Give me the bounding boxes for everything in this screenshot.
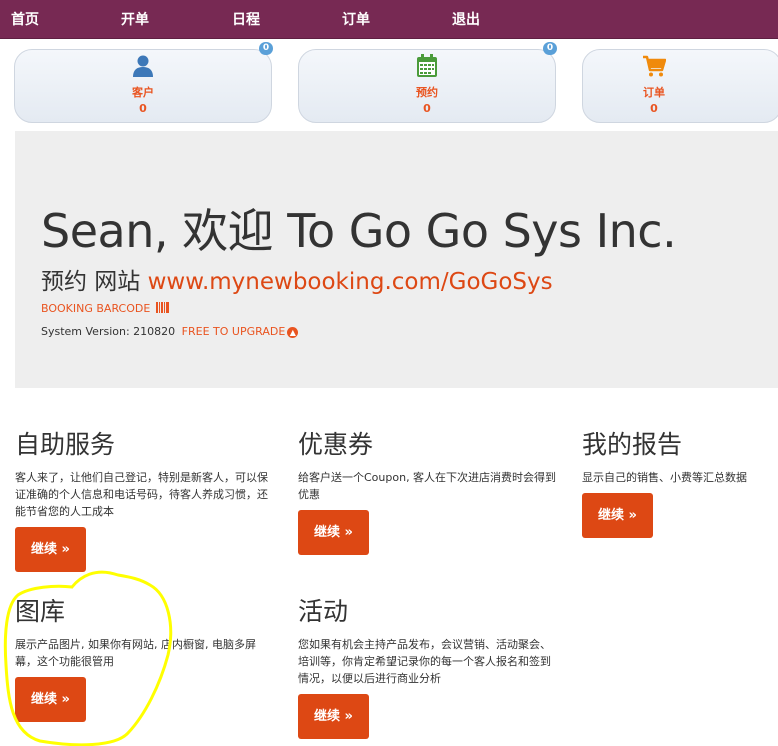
orders-label: 订单 [643, 86, 665, 99]
arrow-up-circle-icon: ▲ [287, 327, 299, 338]
gallery-continue-button[interactable]: 继续 » [15, 677, 86, 722]
orders-card[interactable]: 订单 0 [582, 49, 778, 123]
customers-label: 客户 [132, 86, 154, 99]
nav-orders[interactable]: 订单 [342, 9, 370, 29]
feature-description: 显示自己的销售、小费等汇总数据 [582, 471, 747, 484]
calendar-icon [299, 54, 555, 78]
customers-badge: 0 [259, 42, 273, 55]
events-continue-button[interactable]: 继续 » [298, 694, 369, 739]
feature-self-service: 自助服务 客人来了，让他们自己登记，特别是新客人，可以保证准确的个人信息和电话号… [15, 430, 277, 520]
nav-home[interactable]: 首页 [11, 9, 39, 29]
coupons-continue-button[interactable]: 继续 » [298, 510, 369, 555]
feature-title: 图库 [15, 597, 66, 626]
welcome-hero: Sean, 欢迎 To Go Go Sys Inc. 预约 网站 www.myn… [15, 131, 778, 388]
booking-site: 预约 网站 www.mynewbooking.com/GoGoSys [41, 262, 553, 296]
nav-new-order[interactable]: 开单 [121, 9, 149, 29]
feature-description: 您如果有机会主持产品发布，会议营销、活动聚会、培训等，你肯定希望记录你的每一个客… [298, 638, 551, 685]
booking-site-label: 预约 网站 [41, 269, 141, 295]
nav-schedule[interactable]: 日程 [232, 9, 260, 29]
customers-count: 0 [139, 102, 147, 115]
upgrade-link[interactable]: FREE TO UPGRADE ▲ [182, 325, 299, 338]
feature-my-report: 我的报告 显示自己的销售、小费等汇总数据 [582, 430, 778, 486]
feature-description: 给客户送一个Coupon, 客人在下次进店消费时会得到优惠 [298, 471, 557, 501]
feature-events: 活动 您如果有机会主持产品发布，会议营销、活动聚会、培训等，你肯定希望记录你的每… [298, 597, 560, 687]
customers-card[interactable]: 客户 0 [14, 49, 272, 123]
booking-barcode-link[interactable]: BOOKING BARCODE [41, 302, 169, 316]
appointments-count: 0 [423, 102, 431, 115]
self-service-continue-button[interactable]: 继续 » [15, 527, 86, 572]
booking-barcode-label: BOOKING BARCODE [41, 302, 151, 315]
feature-coupons: 优惠券 给客户送一个Coupon, 客人在下次进店消费时会得到优惠 [298, 430, 560, 503]
feature-title: 我的报告 [582, 430, 683, 459]
system-version-label: System Version: 210820 [41, 325, 176, 338]
feature-description: 展示产品图片, 如果你有网站, 店内橱窗, 电脑多屏幕，这个功能很管用 [15, 638, 256, 668]
appointments-label: 预约 [416, 86, 438, 99]
nav-logout[interactable]: 退出 [452, 9, 480, 29]
cart-icon [583, 54, 725, 78]
booking-site-link[interactable]: www.mynewbooking.com/GoGoSys [148, 269, 553, 295]
feature-title: 活动 [298, 597, 349, 626]
feature-title: 自助服务 [15, 430, 116, 459]
appointments-badge: 0 [543, 42, 557, 55]
upgrade-label: FREE TO UPGRADE [181, 325, 286, 338]
system-version: System Version: 210820 FREE TO UPGRADE ▲ [41, 325, 299, 338]
feature-description: 客人来了，让他们自己登记，特别是新客人，可以保证准确的个人信息和电话号码，待客人… [15, 471, 268, 518]
user-icon [15, 54, 271, 78]
welcome-title: Sean, 欢迎 To Go Go Sys Inc. [41, 204, 677, 258]
feature-title: 优惠券 [298, 430, 374, 459]
feature-gallery: 图库 展示产品图片, 如果你有网站, 店内橱窗, 电脑多屏幕，这个功能很管用 [15, 597, 277, 670]
report-continue-button[interactable]: 继续 » [582, 493, 653, 538]
top-navbar: 首页 开单 日程 订单 退出 [0, 0, 778, 39]
appointments-card[interactable]: 预约 0 [298, 49, 556, 123]
barcode-icon [155, 302, 169, 316]
orders-count: 0 [650, 102, 658, 115]
